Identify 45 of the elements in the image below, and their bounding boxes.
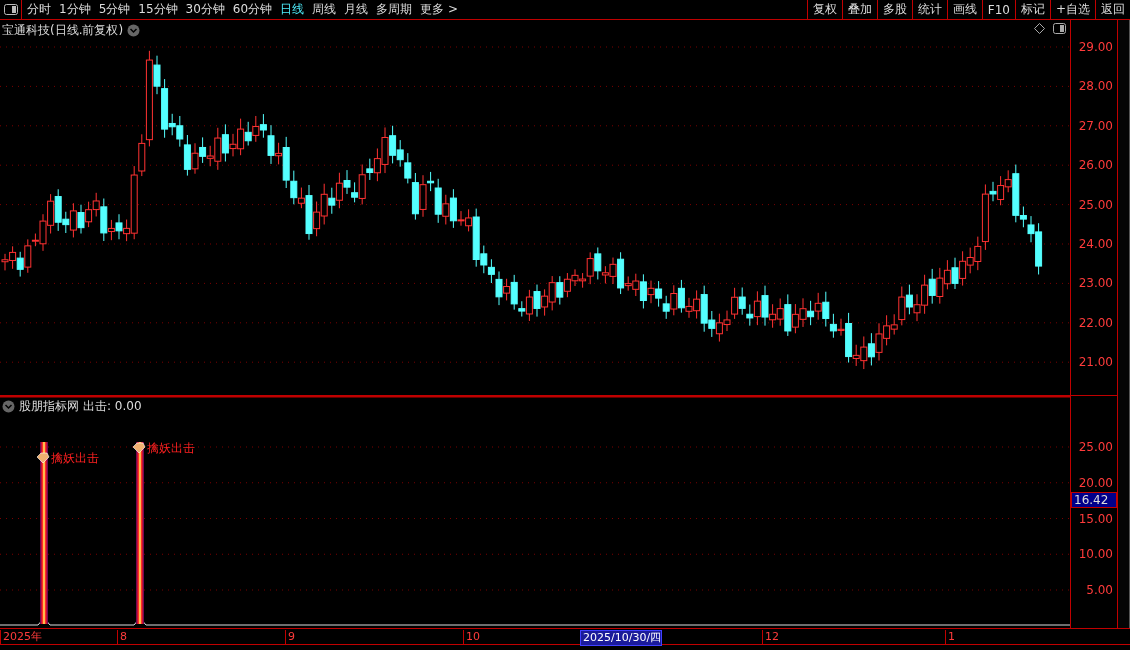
panel-toggle-icon — [3, 4, 18, 15]
signal-label: 擒妖出击 — [147, 441, 195, 455]
axis-label: 25.00 — [1078, 440, 1113, 454]
period-tab[interactable]: 分时 — [27, 1, 51, 18]
axis-label: 24.00 — [1078, 236, 1113, 251]
axis-label: 27.00 — [1078, 118, 1113, 133]
indicator-title: 股朋指标网 — [19, 398, 79, 415]
axis-label: 26.00 — [1078, 158, 1113, 173]
axis-label: 20.00 — [1078, 475, 1113, 490]
date-label: 2025/10/30/四 — [580, 630, 663, 646]
date-label: 2025年 — [0, 630, 42, 644]
period-tab[interactable]: 30分钟 — [185, 1, 225, 18]
indicator-value: 出击: 0.00 — [83, 398, 142, 415]
period-tab[interactable]: 5分钟 — [98, 1, 131, 18]
axis-label: 22.00 — [1078, 315, 1113, 330]
period-tab[interactable]: 月线 — [344, 1, 369, 18]
axis-label: 21.00 — [1078, 355, 1113, 370]
axis-label: 23.00 — [1078, 276, 1113, 291]
axis-label: 25.00 — [1078, 197, 1113, 212]
diamond-icon — [132, 442, 146, 454]
axis-label: 10.00 — [1078, 547, 1113, 562]
period-tab[interactable]: 多周期 — [376, 1, 413, 18]
period-tab[interactable]: 1分钟 — [59, 1, 91, 18]
diamond-icon[interactable] — [1034, 23, 1045, 34]
period-tab[interactable]: 60分钟 — [232, 1, 273, 18]
date-label: 9 — [285, 630, 295, 644]
period-tab[interactable]: 15分钟 — [138, 1, 178, 18]
stock-title: 宝通科技(日线.前复权) — [2, 22, 124, 39]
axis-label: 28.00 — [1078, 79, 1113, 94]
cursor-value-label: 16.42 — [1071, 492, 1117, 508]
dropdown-icon[interactable] — [127, 24, 141, 37]
date-label: 10 — [463, 630, 480, 644]
date-label: 1 — [945, 630, 955, 644]
period-tab[interactable]: 周线 — [312, 1, 337, 18]
dropdown-icon[interactable] — [2, 400, 15, 413]
diamond-icon — [36, 452, 50, 464]
period-tab[interactable]: 更多 > — [420, 1, 458, 18]
period-tab[interactable]: 日线 — [280, 1, 305, 18]
date-label: 12 — [762, 630, 779, 644]
date-label: 8 — [117, 630, 127, 644]
signal-label: 擒妖出击 — [51, 451, 99, 465]
panel-toggle-icon[interactable] — [1053, 23, 1066, 34]
axis-label: 15.00 — [1078, 511, 1113, 526]
axis-label: 29.00 — [1078, 40, 1113, 54]
axis-label: 5.00 — [1086, 583, 1113, 597]
